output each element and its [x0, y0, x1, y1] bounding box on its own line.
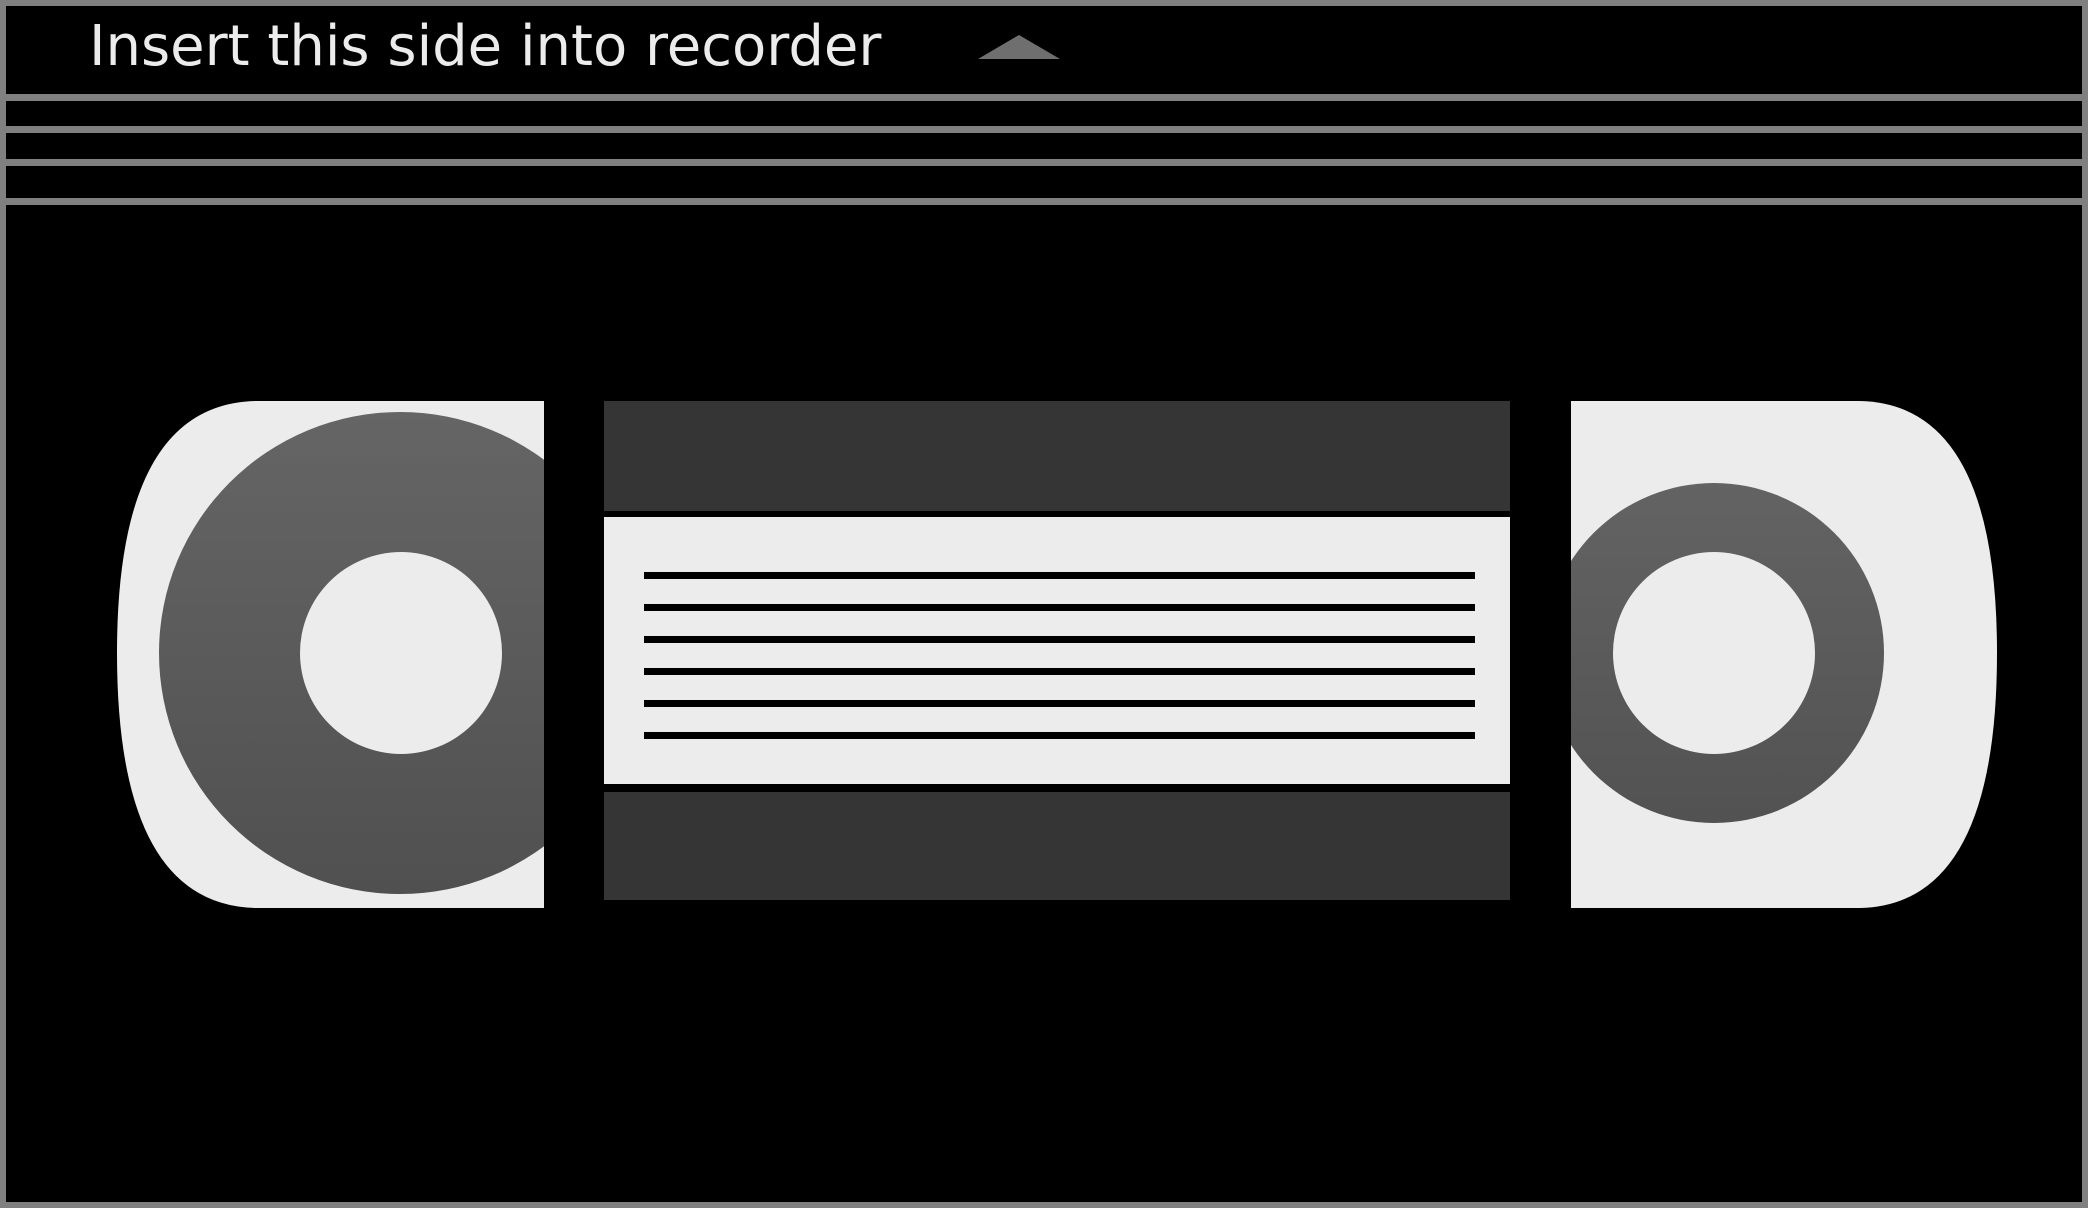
upper-tape-window: [604, 401, 1510, 511]
right-reel-window: [1571, 401, 1997, 908]
lower-tape-window: [604, 792, 1510, 900]
label-sticker: [604, 517, 1510, 784]
left-reel-hub: [300, 552, 502, 754]
top-ridge-line-3: [3, 159, 2085, 166]
right-reel-hub: [1613, 552, 1815, 754]
insert-instruction-label: Insert this side into recorder: [89, 14, 882, 79]
center-label-area: [604, 401, 1510, 900]
label-ruled-line: [644, 636, 1475, 643]
top-ridge-line-1: [3, 94, 2085, 101]
label-ruled-line: [644, 668, 1475, 675]
top-ridge-line-4: [3, 198, 2085, 205]
top-ridge-line-2: [3, 126, 2085, 133]
label-ruled-line: [644, 572, 1475, 579]
label-ruled-line: [644, 732, 1475, 739]
label-ruled-line: [644, 604, 1475, 611]
vhs-cassette: Insert this side into recorder: [0, 0, 2088, 1208]
label-ruled-line: [644, 700, 1475, 707]
